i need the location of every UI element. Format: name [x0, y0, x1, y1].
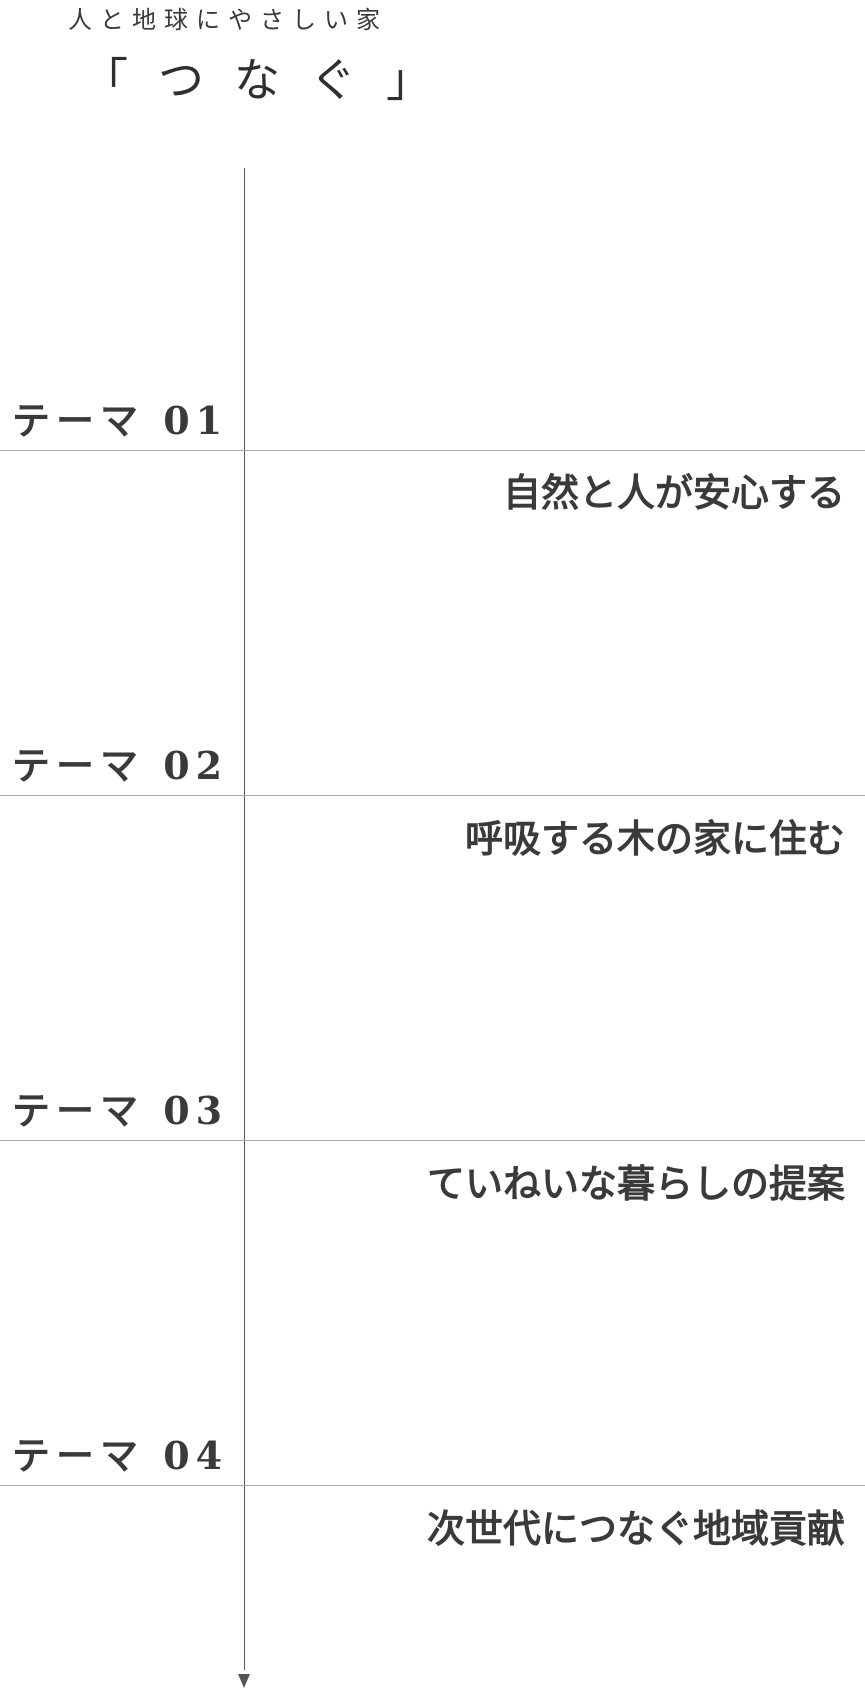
theme-01-title[interactable]: 自然と人が安心する [503, 462, 845, 517]
theme-04-title[interactable]: 次世代につなぐ地域貢献 [427, 1498, 845, 1553]
site-brand-title: 「つなぐ」 [82, 53, 462, 107]
theme-02-title[interactable]: 呼吸する木の家に住む [465, 808, 845, 863]
theme-01-divider [0, 450, 865, 451]
theme-03-divider [0, 1140, 865, 1141]
site-subtitle: 人と地球にやさしい家 [68, 6, 388, 34]
theme-01-label: テーマ 01 [12, 398, 229, 443]
theme-03-title[interactable]: ていねいな暮らしの提案 [427, 1153, 845, 1208]
theme-04-divider [0, 1485, 865, 1486]
theme-02-divider [0, 795, 865, 796]
timeline-axis [244, 168, 245, 1670]
theme-04-label: テーマ 04 [12, 1433, 229, 1478]
theme-03-label: テーマ 03 [12, 1088, 229, 1133]
theme-02-label: テーマ 02 [12, 743, 229, 788]
timeline-arrow-icon [238, 1674, 250, 1688]
